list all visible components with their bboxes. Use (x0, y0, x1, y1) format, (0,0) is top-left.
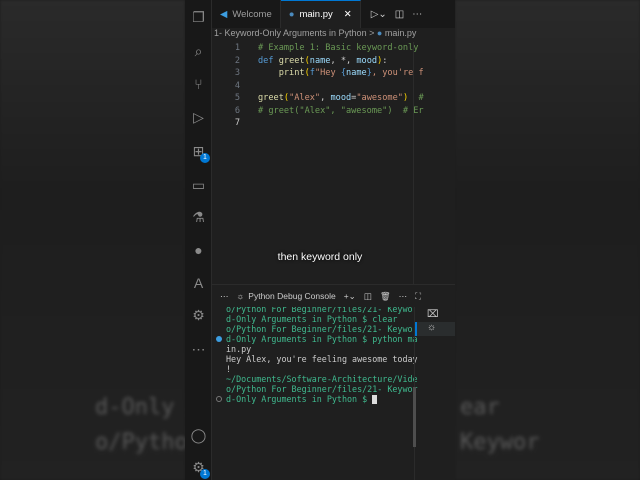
line-number: 7 (234, 118, 240, 128)
terminal-line: o/Python For Beginner/files/21- Keywor (226, 384, 418, 394)
video-caption: then keyword only (277, 251, 363, 263)
extensions-icon[interactable]: ⊞ 1 (189, 142, 210, 163)
tab-main-py[interactable]: ● main.py ✕ (280, 0, 361, 28)
terminal-list: ⌧ ☼ (413, 307, 455, 480)
testing-icon[interactable]: ⚗ (189, 208, 208, 227)
python-file-icon: ● (376, 28, 383, 38)
line-number: 3 (234, 68, 240, 78)
vscode-logo-icon: ◀ (220, 8, 228, 20)
source-control-icon[interactable]: ⑂ (189, 75, 208, 94)
account-icon[interactable]: ◯ (189, 426, 208, 445)
settings-badge: 1 (200, 469, 210, 479)
terminal-line: o/Python For Beginner/files/21- Keywor (226, 324, 418, 334)
command-pending-dot (216, 396, 222, 402)
panel-more-icon[interactable]: ⋯ (399, 291, 408, 302)
breadcrumb: 1- Keyword-Only Arguments in Python > ● … (212, 28, 455, 42)
line-number: 6 (234, 105, 240, 116)
tab-bar: ◀ Welcome ● main.py ✕ ▷⌄ ◫ ⋯ (212, 0, 455, 28)
terminal-panel: ⋯ ☼ Python Debug Console +⌄ ◫ 🗑 ⋯ ⛶ o/Py… (212, 284, 455, 480)
remote-explorer-icon[interactable]: ▭ (189, 176, 208, 195)
command-success-dot (216, 336, 222, 342)
python-file-icon: ● (288, 9, 295, 20)
kill-terminal-icon[interactable]: 🗑 (380, 291, 391, 302)
breadcrumb-separator: > (369, 28, 375, 38)
close-tab-icon[interactable]: ✕ (344, 9, 352, 20)
terminal-cursor (372, 395, 378, 404)
breadcrumb-file[interactable]: main.py (385, 28, 417, 38)
activity-bar: ❐ ⌕ ⑂ ▷ ⊞ 1 ▭ ⚗ ● A ⚙ ⋯ ◯ ⚙ 1 (185, 0, 212, 480)
split-terminal-icon[interactable]: ◫ (364, 291, 372, 302)
debug-console-icon: ☼ (236, 291, 245, 301)
terminal-line: d-Only Arguments in Python $ clear (226, 314, 398, 324)
code-line-1: # Example 1: Basic keyword-only (258, 43, 419, 53)
run-debug-icon[interactable]: ▷ (189, 108, 208, 127)
split-editor-icon[interactable]: ◫ (395, 9, 404, 20)
line-number: 4 (234, 80, 240, 91)
terminal-line: ! (226, 364, 232, 374)
manage-gear-icon[interactable]: ⚙ 1 (189, 458, 210, 479)
terminal-scrollbar[interactable] (413, 387, 416, 447)
blurred-background-right: ear Keywor (455, 0, 640, 480)
terminal-line: o/Python For Beginner/files/21- Keywor (226, 307, 414, 314)
azure-icon[interactable]: A (189, 274, 208, 293)
breadcrumb-folder[interactable]: 1- Keyword-Only Arguments in Python (214, 28, 367, 38)
code-line-6: # greet("Alex", "awesome") # Er (258, 105, 424, 116)
code-line-5: greet("Alex", mood="awesome") # (258, 93, 424, 103)
line-number: 2 (234, 55, 240, 66)
terminal-output[interactable]: o/Python For Beginner/files/21- Keywor d… (212, 307, 418, 404)
search-icon[interactable]: ⌕ (189, 42, 208, 61)
more-icon[interactable]: ⋯ (189, 340, 208, 359)
line-number: 1 (234, 43, 240, 53)
code-line-2: def greet(name, *, mood): (258, 55, 388, 66)
more-views-icon[interactable]: ⋯ (220, 291, 229, 302)
terminal-line: in.py (226, 344, 252, 354)
blurred-background-left: d-Only A o/Python (0, 0, 201, 480)
tab-welcome[interactable]: ◀ Welcome (212, 0, 281, 28)
terminal-shell-icon[interactable]: ⌧ (427, 309, 439, 320)
debug-console-tab-icon[interactable]: ☼ (415, 322, 455, 336)
run-icon[interactable]: ▷⌄ (371, 9, 387, 20)
code-editor[interactable]: 1 2 3 4 5 6 7 # Example 1: Basic keyword… (212, 42, 455, 284)
explorer-icon[interactable]: ❐ (189, 8, 208, 27)
terminal-line: d-Only Arguments in Python $ python ma (212, 334, 418, 344)
terminal-title[interactable]: Python Debug Console (248, 291, 335, 301)
terminal-line: d-Only Arguments in Python $ (212, 394, 414, 404)
line-number: 5 (234, 93, 240, 103)
vscode-window: ❐ ⌕ ⑂ ▷ ⊞ 1 ▭ ⚗ ● A ⚙ ⋯ ◯ ⚙ 1 ◀ Welcome ● ma… (185, 0, 455, 480)
new-terminal-icon[interactable]: +⌄ (344, 291, 356, 302)
remote-settings-icon[interactable]: ⚙ (189, 306, 208, 325)
minimap[interactable] (413, 42, 445, 284)
more-actions-icon[interactable]: ⋯ (412, 9, 422, 20)
maximize-panel-icon[interactable]: ⛶ (415, 291, 421, 302)
extensions-badge: 1 (200, 153, 210, 163)
code-line-3: print(f"Hey {name}, you're f (278, 68, 424, 78)
terminal-line: Hey Alex, you're feeling awesome today (226, 354, 418, 364)
terminal-line: ~/Documents/Software-Architecture/Vide (226, 374, 418, 384)
